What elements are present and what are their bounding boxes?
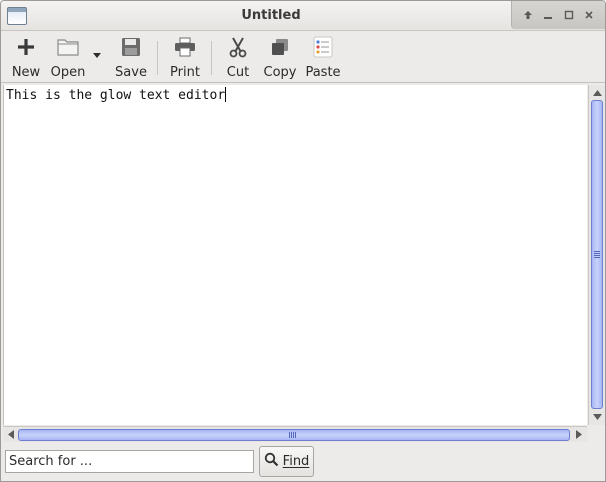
paste-label: Paste [305,65,341,80]
print-label: Print [170,65,200,80]
editor-content[interactable]: This is the glow text editor [6,87,227,104]
paste-icon [311,35,335,59]
floppy-disk-icon [119,35,143,59]
find-label: Find [282,454,310,469]
scroll-down-arrow-icon[interactable] [592,411,603,422]
new-button[interactable]: New [11,35,41,81]
text-caret [225,87,227,102]
copy-button[interactable]: Copy [263,35,297,81]
toolbar-separator [211,41,212,75]
scroll-grip-icon [289,432,297,438]
print-button[interactable]: Print [169,35,201,81]
window-title: Untitled [241,8,301,23]
vertical-scrollbar[interactable] [588,85,605,425]
paste-button[interactable]: Paste [304,35,342,81]
search-bar: Find [1,442,605,481]
folder-icon [56,35,80,59]
new-label: New [11,65,41,80]
save-label: Save [115,65,147,80]
open-button[interactable]: Open [51,35,85,81]
copy-icon [268,35,292,59]
maximize-icon[interactable] [561,7,577,23]
horizontal-scroll-thumb[interactable] [18,429,570,441]
toolbar-separator [157,41,158,75]
title-bar[interactable]: Untitled [1,1,605,31]
cut-button[interactable]: Cut [225,35,251,81]
rollup-icon[interactable] [520,7,536,23]
search-input[interactable] [5,450,254,473]
minimize-icon[interactable] [540,7,556,23]
magnifier-icon [264,452,279,471]
find-button[interactable]: Find [259,446,314,477]
toolbar: New Open Save Print Cut Copy Paste [1,31,605,83]
open-label: Open [50,65,86,80]
printer-icon [173,35,197,59]
scroll-up-arrow-icon[interactable] [592,87,603,98]
scrollbar-corner [588,426,605,442]
scroll-right-arrow-icon[interactable] [573,429,584,440]
plus-icon [14,35,38,59]
window-controls [511,1,605,29]
open-dropdown-arrow[interactable] [93,53,101,58]
close-icon[interactable] [581,7,597,23]
editor-text: This is the glow text editor [6,88,226,103]
text-editor-area[interactable]: This is the glow text editor [3,85,587,425]
save-button[interactable]: Save [115,35,147,81]
app-window: Untitled New Open Save Print Cut Copy Pa… [0,0,606,482]
scroll-grip-icon [594,251,600,259]
vertical-scroll-thumb[interactable] [591,100,603,409]
cut-label: Cut [226,65,250,80]
scroll-left-arrow-icon[interactable] [5,429,16,440]
horizontal-scrollbar[interactable] [3,426,587,442]
scissors-icon [226,35,250,59]
copy-label: Copy [263,65,297,80]
